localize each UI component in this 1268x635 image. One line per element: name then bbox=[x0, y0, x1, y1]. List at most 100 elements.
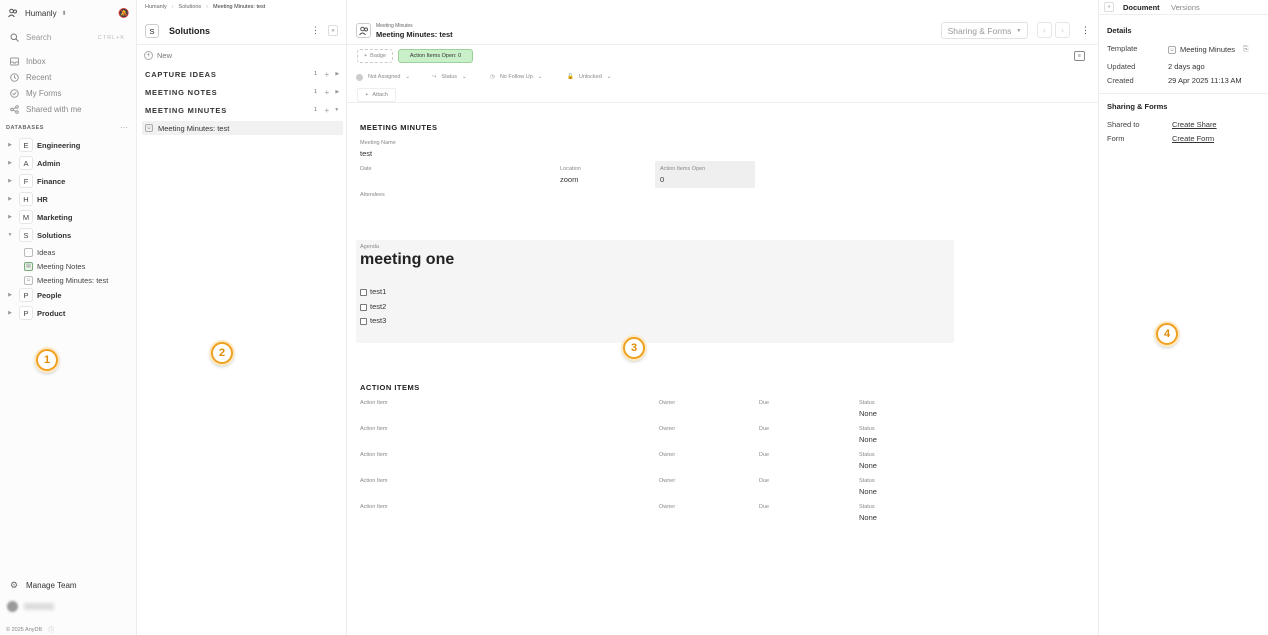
nav-label: Recent bbox=[26, 72, 52, 82]
db-solutions[interactable]: ▼ S Solutions bbox=[0, 227, 137, 243]
plus-icon[interactable]: + bbox=[325, 106, 330, 115]
action-item-row[interactable]: Action Item Owner Due Status None bbox=[360, 504, 920, 528]
panel-title: Solutions bbox=[169, 26, 210, 36]
status-value[interactable]: None bbox=[859, 487, 877, 496]
caret-right-icon[interactable]: ▶ bbox=[5, 142, 15, 148]
status-badge[interactable]: Action Items Open: 0 bbox=[398, 49, 473, 63]
checkbox[interactable] bbox=[360, 289, 367, 296]
checklist-item[interactable]: test1 bbox=[370, 287, 386, 296]
caret-right-icon[interactable]: ▶ bbox=[5, 310, 15, 316]
checkbox[interactable] bbox=[360, 304, 367, 311]
filter-label: No Follow Up bbox=[499, 74, 533, 80]
caret-right-icon[interactable]: ▶ bbox=[335, 89, 340, 95]
template-value[interactable]: ☺ Meeting Minutes ⎘ bbox=[1168, 45, 1249, 54]
search-box[interactable]: Search CTRL+K bbox=[5, 30, 128, 45]
db-engineering[interactable]: ▶ E Engineering bbox=[0, 137, 137, 153]
assignee-filter[interactable]: Not Assigned ⌄ bbox=[356, 70, 410, 84]
panel-toggle-icon[interactable]: ≡ bbox=[1074, 51, 1085, 61]
action-item-row[interactable]: Action Item Owner Due Status None bbox=[360, 400, 920, 424]
section-label: MEETING NOTES bbox=[145, 87, 218, 97]
action-open-value: 0 bbox=[660, 175, 665, 184]
field-label: Form bbox=[1107, 134, 1125, 143]
expand-icon[interactable]: » bbox=[1104, 2, 1114, 12]
checklist-item[interactable]: test2 bbox=[370, 302, 386, 311]
list-item-selected[interactable]: ☺ Meeting Minutes: test bbox=[142, 121, 343, 135]
attach-button[interactable]: + Attach bbox=[357, 88, 396, 102]
db-hr[interactable]: ▶ H HR bbox=[0, 191, 137, 207]
doc-type-icon bbox=[356, 23, 371, 38]
next-doc-button[interactable]: › bbox=[1055, 22, 1070, 38]
agenda-title[interactable]: meeting one bbox=[360, 251, 454, 269]
action-item-row[interactable]: Action Item Owner Due Status None bbox=[360, 426, 920, 450]
caret-right-icon[interactable]: ▶ bbox=[5, 196, 15, 202]
workspace-switcher[interactable]: Humanly ⬍ bbox=[6, 6, 116, 20]
manage-team-button[interactable]: ⚙ Manage Team bbox=[0, 577, 137, 593]
new-button[interactable]: + New bbox=[144, 51, 172, 60]
caret-down-icon: ▼ bbox=[1016, 27, 1022, 34]
create-share-link[interactable]: Create Share bbox=[1172, 120, 1217, 129]
follow-up-filter[interactable]: ◷ No Follow Up ⌄ bbox=[490, 70, 542, 84]
status-value[interactable]: None bbox=[859, 513, 877, 522]
status-value[interactable]: None bbox=[859, 409, 877, 418]
col-label: Action Item bbox=[360, 504, 388, 510]
action-item-row[interactable]: Action Item Owner Due Status None bbox=[360, 478, 920, 502]
location-value[interactable]: zoom bbox=[560, 175, 578, 184]
header-divider bbox=[347, 44, 1098, 45]
share-icon bbox=[7, 104, 21, 114]
sharing-forms-button[interactable]: Sharing & Forms ▼ bbox=[941, 22, 1028, 39]
section-capture-ideas[interactable]: CAPTURE IDEAS 1 + ▶ bbox=[145, 67, 345, 81]
db-finance[interactable]: ▶ F Finance bbox=[0, 173, 137, 189]
nav-inbox[interactable]: Inbox bbox=[0, 53, 137, 69]
info-icon[interactable]: ⓘ bbox=[48, 625, 54, 634]
tab-document[interactable]: Document bbox=[1123, 3, 1160, 12]
collapse-icon[interactable]: « bbox=[328, 25, 338, 36]
col-label: Due bbox=[759, 452, 770, 458]
copyright-text: © 2025 AnyDB bbox=[6, 626, 43, 633]
field-label: Meeting Name bbox=[360, 140, 396, 146]
caret-right-icon[interactable]: ▶ bbox=[335, 71, 340, 77]
attach-label: Attach bbox=[372, 92, 388, 98]
page-icon bbox=[24, 247, 33, 257]
caret-right-icon[interactable]: ▶ bbox=[5, 160, 15, 166]
tab-versions[interactable]: Versions bbox=[1171, 3, 1200, 12]
db-admin[interactable]: ▶ A Admin bbox=[0, 155, 137, 171]
status-filter[interactable]: ⤳ Status ⌄ bbox=[432, 70, 467, 84]
section-meeting-notes[interactable]: MEETING NOTES 1 + ▶ bbox=[145, 85, 345, 99]
db-people[interactable]: ▶ P People bbox=[0, 287, 137, 303]
status-value[interactable]: None bbox=[859, 435, 877, 444]
copyright: © 2025 AnyDB ⓘ bbox=[6, 625, 54, 635]
col-label: Status bbox=[859, 478, 875, 484]
db-letter: A bbox=[19, 156, 33, 170]
bell-off-icon[interactable]: 🔕 bbox=[118, 7, 130, 19]
sub-item-meeting-minutes[interactable]: ☺ Meeting Minutes: test bbox=[0, 272, 137, 288]
nav-my-forms[interactable]: My Forms bbox=[0, 85, 137, 101]
add-badge-button[interactable]: + Badge bbox=[357, 49, 393, 63]
caret-down-icon[interactable]: ▼ bbox=[334, 107, 340, 113]
plus-icon[interactable]: + bbox=[325, 88, 330, 97]
nav-shared-with-me[interactable]: Shared with me bbox=[0, 101, 137, 117]
more-icon[interactable]: ··· bbox=[120, 123, 128, 132]
checklist-item[interactable]: test3 bbox=[370, 316, 386, 325]
checkbox[interactable] bbox=[360, 318, 367, 325]
plus-icon[interactable]: + bbox=[325, 70, 330, 79]
nav-label: My Forms bbox=[26, 88, 62, 98]
db-name: HR bbox=[37, 194, 48, 204]
create-form-link[interactable]: Create Form bbox=[1172, 134, 1214, 143]
action-item-row[interactable]: Action Item Owner Due Status None bbox=[360, 452, 920, 476]
status-value[interactable]: None bbox=[859, 461, 877, 470]
lock-filter[interactable]: 🔓 Unlocked ⌄ bbox=[567, 70, 611, 84]
caret-right-icon[interactable]: ▶ bbox=[5, 214, 15, 220]
db-product[interactable]: ▶ P Product bbox=[0, 305, 137, 321]
caret-down-icon[interactable]: ▼ bbox=[5, 232, 15, 238]
nav-recent[interactable]: Recent bbox=[0, 69, 137, 85]
prev-doc-button[interactable]: ‹ bbox=[1037, 22, 1052, 38]
copy-icon[interactable]: ⎘ bbox=[1243, 46, 1249, 54]
meeting-name-value[interactable]: test bbox=[360, 149, 372, 158]
caret-right-icon[interactable]: ▶ bbox=[5, 292, 15, 298]
caret-right-icon[interactable]: ▶ bbox=[5, 178, 15, 184]
db-marketing[interactable]: ▶ M Marketing bbox=[0, 209, 137, 225]
avatar[interactable] bbox=[7, 601, 18, 612]
kebab-menu-icon[interactable]: ⋮ bbox=[311, 25, 320, 36]
section-meeting-minutes[interactable]: MEETING MINUTES 1 + ▼ bbox=[145, 103, 345, 117]
kebab-menu-icon[interactable]: ⋮ bbox=[1081, 25, 1090, 36]
